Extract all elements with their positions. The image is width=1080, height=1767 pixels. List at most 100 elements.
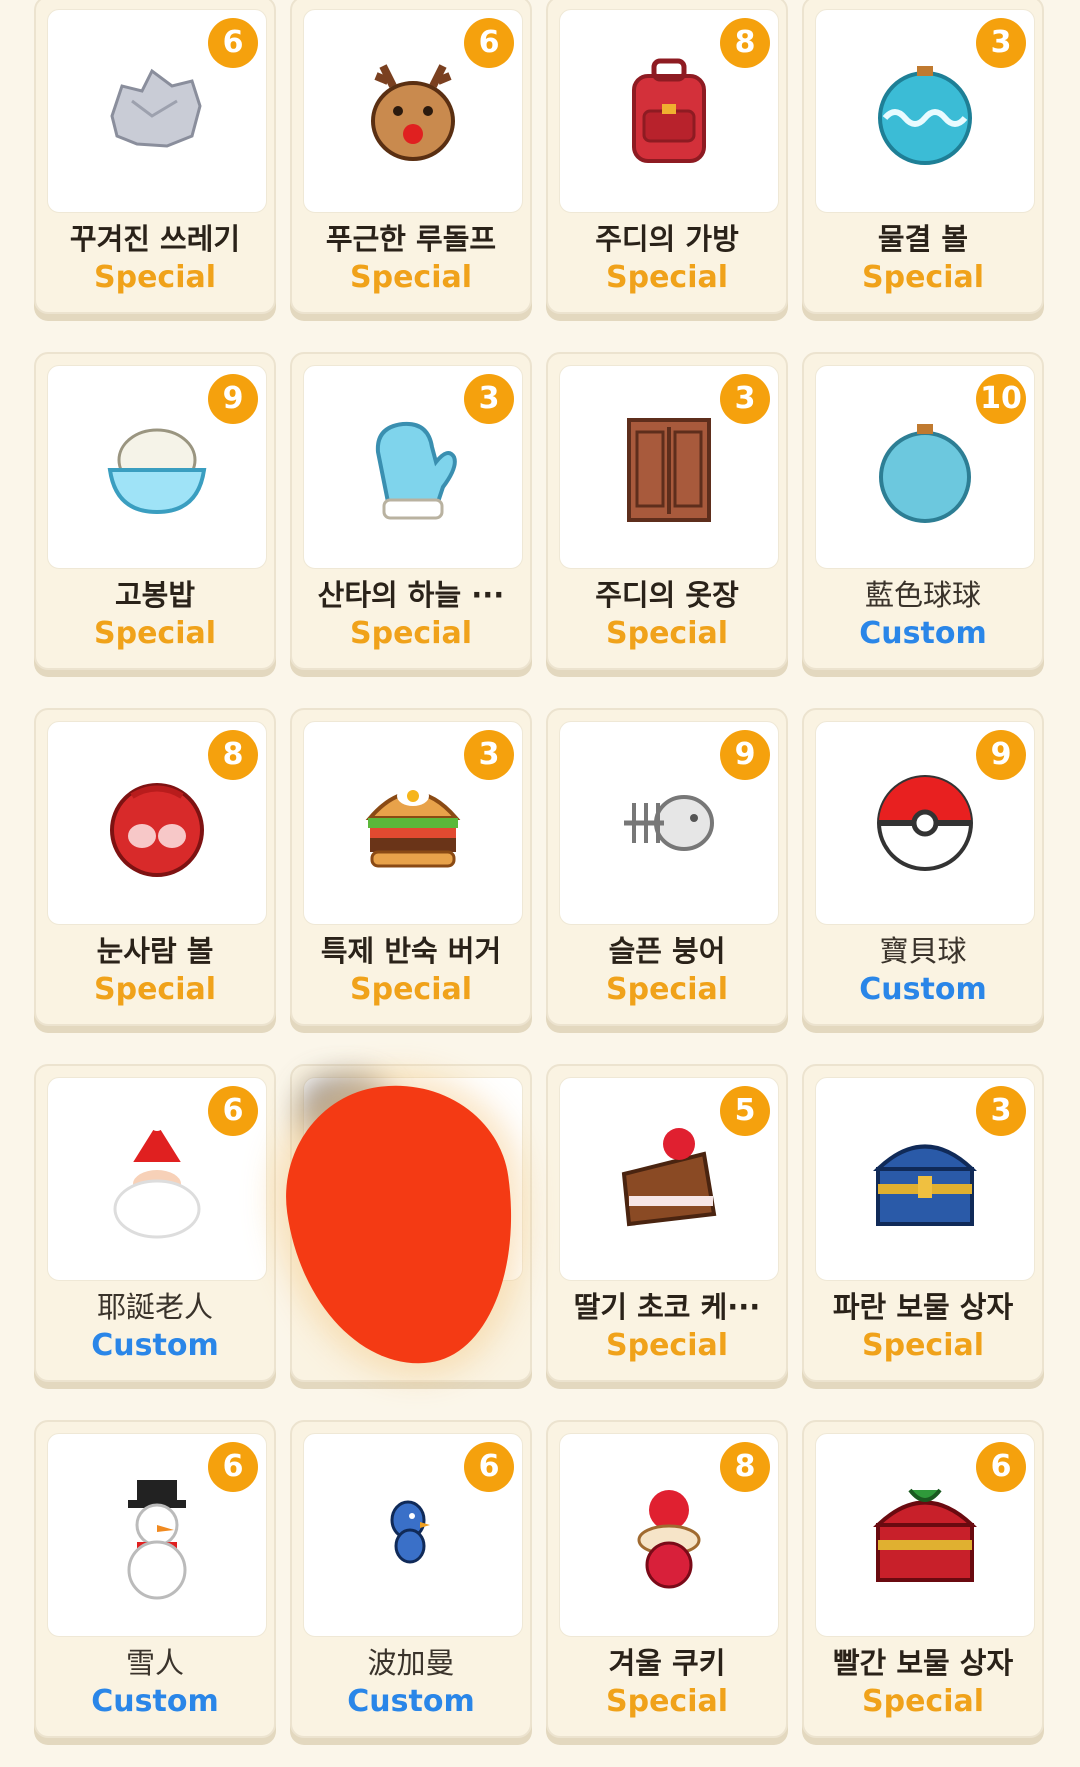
- item-type-label: Custom: [91, 1328, 219, 1363]
- pokeball-icon: [877, 775, 973, 871]
- item-thumbnail: 3: [303, 365, 523, 569]
- item-name: 빨간 보물 상자: [832, 1646, 1014, 1680]
- item-thumbnail: 6: [47, 9, 267, 213]
- item-type-label: Special: [605, 616, 729, 651]
- item-card[interactable]: 9 寶貝球 Custom: [802, 708, 1044, 1026]
- item-type-label: Special: [861, 1684, 985, 1719]
- item-type-label: Special: [349, 260, 473, 295]
- item-thumbnail: 3: [303, 721, 523, 925]
- item-card[interactable]: 6 雪人 Custom: [34, 1420, 276, 1738]
- item-card[interactable]: 3 특제 반숙 버거 Special: [290, 708, 532, 1026]
- red-backpack-icon: [632, 58, 706, 163]
- item-card[interactable]: 3 주디의 옷장 Special: [546, 352, 788, 670]
- item-card[interactable]: 6 빨간 보물 상자 Special: [802, 1420, 1044, 1738]
- count-badge: 6: [464, 1442, 514, 1492]
- count-badge: 8: [208, 730, 258, 780]
- item-thumbnail: 5: [559, 1077, 779, 1281]
- item-name: 주디의 옷장: [595, 578, 739, 612]
- item-type-label: Custom: [859, 616, 987, 651]
- item-card[interactable]: 9 고봉밥 Special: [34, 352, 276, 670]
- item-name: 딸기 초코 케···: [573, 1290, 761, 1324]
- count-badge: 3: [720, 374, 770, 424]
- item-thumbnail: 6: [47, 1077, 267, 1281]
- count-badge: 3: [464, 730, 514, 780]
- item-card[interactable]: 9 슬픈 붕어 Special: [546, 708, 788, 1026]
- reindeer-icon: [371, 64, 455, 161]
- item-card[interactable]: 3 산타의 하늘 ··· Special: [290, 352, 532, 670]
- item-thumbnail: 8: [47, 721, 267, 925]
- item-name: 산타의 하늘 ···: [317, 578, 505, 612]
- count-badge: 9: [208, 374, 258, 424]
- cake-icon: [621, 1128, 717, 1227]
- item-card[interactable]: 6 꾸겨진 쓰레기 Special: [34, 0, 276, 314]
- item-card[interactable]: 5 딸기 초코 케··· Special: [546, 1064, 788, 1382]
- mitten-icon: [375, 421, 457, 520]
- item-card[interactable]: 6 耶誕老人 Custom: [34, 1064, 276, 1382]
- item-type-label: Special: [605, 1328, 729, 1363]
- item-type-label: Custom: [859, 972, 987, 1007]
- item-card[interactable]: 3 파란 보물 상자 Special: [802, 1064, 1044, 1382]
- item-name: 꾸겨진 쓰레기: [69, 222, 241, 256]
- piplup-icon: [390, 1500, 430, 1564]
- item-card[interactable]: 8 주디의 가방 Special: [546, 0, 788, 314]
- item-card[interactable]: 10 藍色球球 Custom: [802, 352, 1044, 670]
- count-badge: 6: [208, 18, 258, 68]
- count-badge: 6: [208, 1442, 258, 1492]
- item-name: 눈사람 볼: [96, 934, 214, 968]
- item-thumbnail: 9: [559, 721, 779, 925]
- strawberry-cookie-icon: [637, 1490, 701, 1589]
- item-thumbnail: 8: [559, 9, 779, 213]
- rice-bowl-icon: [107, 428, 207, 515]
- count-badge: 6: [976, 1442, 1026, 1492]
- item-name: 특제 반숙 버거: [320, 934, 502, 968]
- item-grid: 6 꾸겨진 쓰레기 Special 6 푸근한 루돌프 Special 8 주디의 가방 Spe…: [0, 0, 1080, 1767]
- count-badge: 3: [464, 374, 514, 424]
- burger-icon: [365, 786, 461, 868]
- item-card[interactable]: 6 푸근한 루돌프 Special: [290, 0, 532, 314]
- count-badge: 6: [208, 1086, 258, 1136]
- item-thumbnail: 3: [815, 9, 1035, 213]
- count-badge: 9: [976, 730, 1026, 780]
- blue-ornament-icon: [879, 424, 971, 523]
- fish-bone-icon: [624, 795, 714, 851]
- item-card[interactable]: 8 겨울 쿠키 Special: [546, 1420, 788, 1738]
- item-card[interactable]: 3 물결 볼 Special: [802, 0, 1044, 314]
- item-thumbnail: 6: [47, 1433, 267, 1637]
- item-type-label: Special: [93, 260, 217, 295]
- item-thumbnail: 9: [47, 365, 267, 569]
- item-type-label: Special: [93, 972, 217, 1007]
- item-thumbnail: 3: [559, 365, 779, 569]
- wardrobe-icon: [627, 418, 711, 522]
- item-card[interactable]: 6 波加曼 Custom: [290, 1420, 532, 1738]
- item-name: 겨울 쿠키: [608, 1646, 726, 1680]
- count-badge: 3: [976, 1086, 1026, 1136]
- item-name: 주디의 가방: [595, 222, 739, 256]
- item-thumbnail: 6: [303, 1433, 523, 1637]
- wave-ornament-icon: [878, 66, 972, 165]
- count-badge: 5: [720, 1086, 770, 1136]
- item-type-label: Special: [605, 1684, 729, 1719]
- santa-icon: [113, 1117, 201, 1239]
- count-badge: 9: [720, 730, 770, 780]
- count-badge: 8: [720, 18, 770, 68]
- item-thumbnail: 10: [815, 365, 1035, 569]
- item-name: 藍色球球: [864, 578, 981, 612]
- count-badge: 3: [976, 18, 1026, 68]
- item-type-label: Special: [605, 972, 729, 1007]
- item-type-label: Special: [349, 972, 473, 1007]
- item-card[interactable]: 8 눈사람 볼 Special: [34, 708, 276, 1026]
- item-type-label: Special: [605, 260, 729, 295]
- item-type-label: Special: [93, 616, 217, 651]
- item-type-label: Special: [349, 616, 473, 651]
- item-name: 파란 보물 상자: [832, 1290, 1014, 1324]
- item-thumbnail: 3: [815, 1077, 1035, 1281]
- crumpled-paper-icon: [110, 68, 202, 148]
- red-chest-icon: [873, 1488, 977, 1582]
- snowman-icon: [127, 1480, 187, 1600]
- item-thumbnail: 9: [815, 721, 1035, 925]
- item-type-label: Special: [861, 260, 985, 295]
- item-type-label: Special: [861, 1328, 985, 1363]
- item-name: 波加曼: [367, 1646, 455, 1680]
- item-name: 雪人: [125, 1646, 184, 1680]
- item-name: 耶誕老人: [96, 1290, 213, 1324]
